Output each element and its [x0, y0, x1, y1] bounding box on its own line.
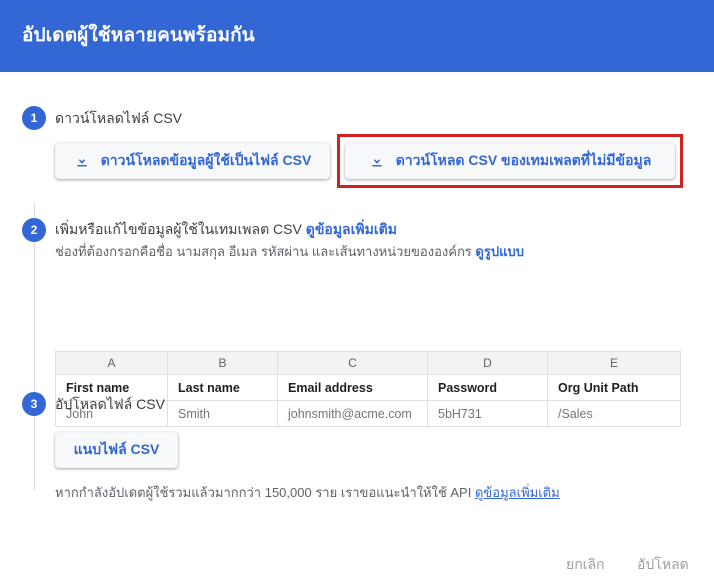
- api-recommendation-note: หากกำลังอัปเดตผู้ใช้รวมแล้วมากกว่า 150,0…: [55, 484, 560, 502]
- cell-org-unit-path: /Sales: [547, 400, 681, 427]
- step-2-title: เพิ่มหรือแก้ไขข้อมูลผู้ใช้ในเทมเพลต CSV …: [55, 219, 397, 239]
- download-icon: [369, 153, 385, 169]
- step-2-see-format-link[interactable]: ดูรูปแบบ: [475, 244, 524, 259]
- cell-password: 5bH731: [427, 400, 548, 427]
- field-header-org-unit-path: Org Unit Path: [547, 374, 681, 401]
- dialog-header: อัปเดตผู้ใช้หลายคนพร้อมกัน: [0, 0, 714, 72]
- api-recommendation-note-text: หากกำลังอัปเดตผู้ใช้รวมแล้วมากกว่า 150,0…: [55, 485, 475, 500]
- page-title: อัปเดตผู้ใช้หลายคนพร้อมกัน: [22, 25, 255, 46]
- step-2-subtitle-text: ช่องที่ต้องกรอกคือชื่อ นามสกุล อีเมล รหั…: [55, 244, 476, 259]
- column-letter-c: C: [277, 351, 428, 375]
- step-1-badge: 1: [22, 106, 46, 130]
- attach-csv-file-button[interactable]: แนบไฟล์ CSV: [55, 432, 178, 468]
- cell-last-name: Smith: [167, 400, 278, 427]
- download-blank-template-csv-button[interactable]: ดาวน์โหลด CSV ของเทมเพลตที่ไม่มีข้อมูล: [345, 143, 675, 179]
- step-2-title-text: เพิ่มหรือแก้ไขข้อมูลผู้ใช้ในเทมเพลต CSV: [55, 221, 306, 237]
- column-letter-e: E: [547, 351, 681, 375]
- step-2-badge: 2: [22, 218, 46, 242]
- csv-template-preview-table: A B C D E First name Last name Email add…: [55, 351, 681, 427]
- download-user-data-csv-label: ดาวน์โหลดข้อมูลผู้ใช้เป็นไฟล์ CSV: [100, 152, 312, 168]
- step-connector-line: [34, 202, 35, 490]
- step-3-badge: 3: [22, 392, 46, 416]
- cell-email-address: johnsmith@acme.com: [277, 400, 428, 427]
- attach-csv-file-label: แนบไฟล์ CSV: [73, 441, 160, 457]
- field-header-email-address: Email address: [277, 374, 428, 401]
- bulk-update-users-dialog: อัปเดตผู้ใช้หลายคนพร้อมกัน 1 ดาวน์โหลดไฟ…: [0, 0, 714, 588]
- step-2-learn-more-link[interactable]: ดูข้อมูลเพิ่มเติม: [306, 221, 397, 237]
- dialog-body: 1 ดาวน์โหลดไฟล์ CSV ดาวน์โหลดข้อมูลผู้ใช…: [0, 72, 714, 588]
- column-letter-a: A: [55, 351, 168, 375]
- column-letter-d: D: [427, 351, 548, 375]
- step-3-title: อัปโหลดไฟล์ CSV: [55, 396, 165, 412]
- column-letter-b: B: [167, 351, 278, 375]
- api-learn-more-link[interactable]: ดูข้อมูลเพิ่มเติม: [475, 485, 560, 500]
- upload-button[interactable]: อัปโหลด: [637, 554, 689, 576]
- download-icon: [74, 153, 90, 169]
- field-header-password: Password: [427, 374, 548, 401]
- table-column-letter-row: A B C D E: [55, 351, 681, 375]
- download-blank-template-csv-label: ดาวน์โหลด CSV ของเทมเพลตที่ไม่มีข้อมูล: [395, 152, 652, 168]
- download-user-data-csv-button[interactable]: ดาวน์โหลดข้อมูลผู้ใช้เป็นไฟล์ CSV: [55, 143, 330, 179]
- step-1-title: ดาวน์โหลดไฟล์ CSV: [55, 110, 183, 126]
- field-header-last-name: Last name: [167, 374, 278, 401]
- cancel-button[interactable]: ยกเลิก: [566, 554, 605, 576]
- step-2-subtitle: ช่องที่ต้องกรอกคือชื่อ นามสกุล อีเมล รหั…: [55, 243, 524, 261]
